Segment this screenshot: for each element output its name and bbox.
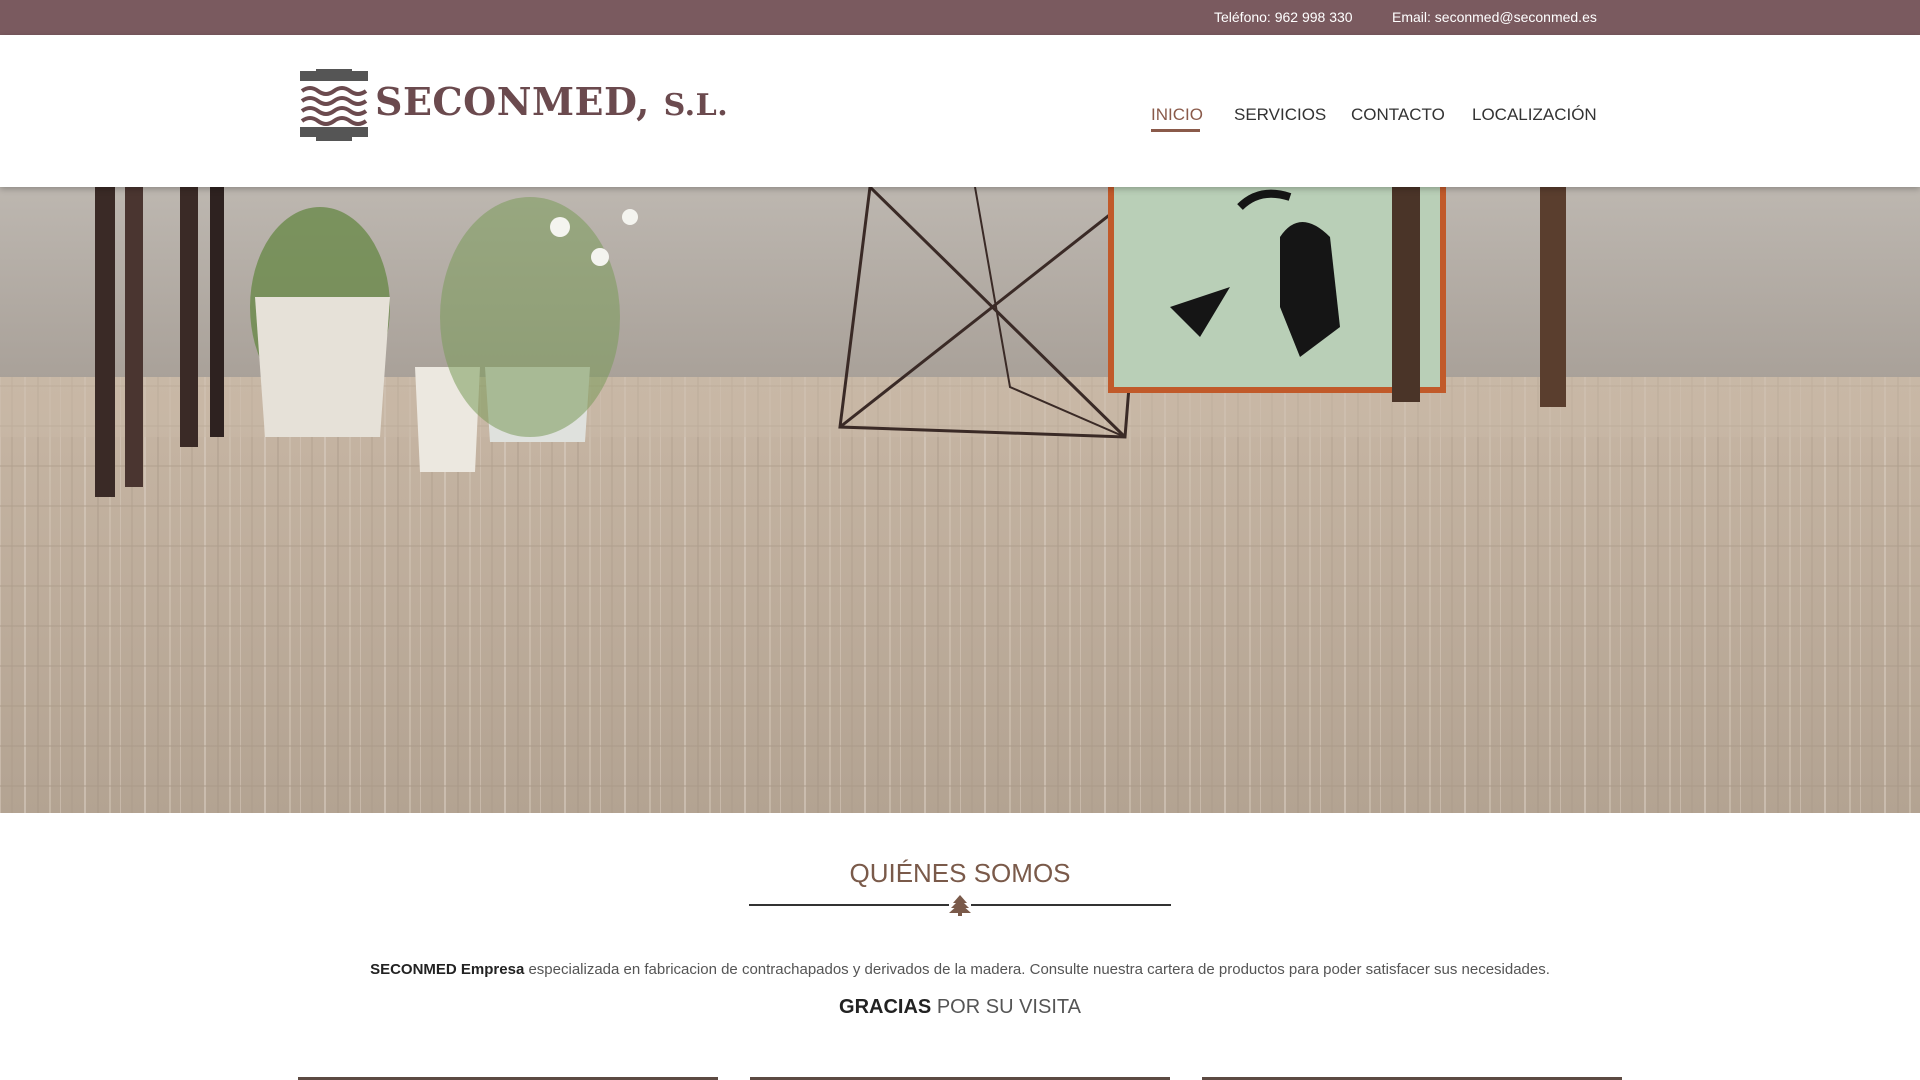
phone-text: Teléfono: 962 998 330 [1214, 9, 1353, 25]
about-text-bold: SECONMED Empresa [370, 961, 525, 978]
section-title: QUIÉNES SOMOS [849, 858, 1071, 888]
about-text-rest: especializada en fabricacion de contrach… [528, 961, 1550, 978]
thanks-rest: POR SU VISITA [936, 996, 1081, 1018]
thanks-message: GRACIAS POR SU VISITA [0, 996, 1920, 1019]
about-description: SECONMED Empresa especializada en fabric… [0, 961, 1920, 978]
hero-image [0, 187, 1920, 813]
nav-item-inicio[interactable]: INICIO [1151, 105, 1203, 125]
nav-item-localizacion[interactable]: LOCALIZACIÓN [1472, 105, 1597, 125]
logo-text-main: SECONMED, [375, 79, 650, 124]
nav-active-underline [1151, 129, 1200, 132]
logo-text-suffix: S.L. [663, 88, 729, 123]
nav-item-servicios[interactable]: SERVICIOS [1234, 105, 1326, 125]
top-contact-bar: Teléfono: 962 998 330 Email: seconmed@se… [0, 0, 1920, 35]
site-header: SECONMED, S.L. INICIO SERVICIOS CONTACTO… [0, 35, 1920, 187]
nav-item-contacto[interactable]: CONTACTO [1351, 105, 1445, 125]
wood-floor-scene-image [0, 187, 1920, 813]
tree-icon [949, 895, 971, 916]
title-divider [749, 893, 1171, 917]
thanks-bold: GRACIAS [839, 996, 932, 1018]
logo-wordmark[interactable]: SECONMED, S.L. [375, 79, 728, 124]
waves-logo-icon [300, 69, 368, 141]
email-link[interactable]: Email: seconmed@seconmed.es [1392, 9, 1597, 25]
